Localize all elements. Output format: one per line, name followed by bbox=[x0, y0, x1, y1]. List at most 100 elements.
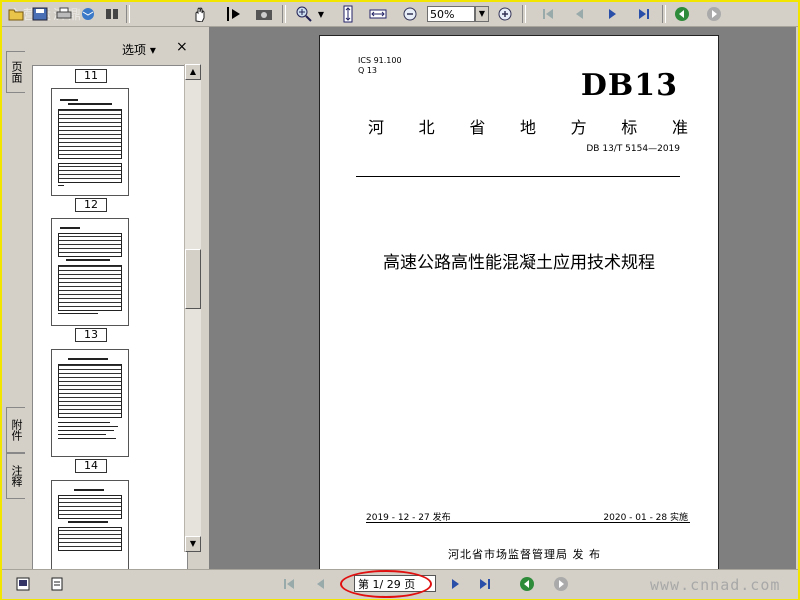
province-standard-heading: 河 北 省 地 方 标 准 bbox=[368, 114, 688, 138]
fit-height-icon bbox=[343, 5, 353, 23]
prev-page-icon bbox=[576, 9, 583, 19]
fit-height-button[interactable] bbox=[338, 5, 358, 23]
ccs-line: Q 13 bbox=[358, 66, 378, 75]
heading-char: 省 bbox=[469, 118, 486, 137]
ics-line: ICS 91.100 bbox=[358, 56, 402, 65]
last-page-button[interactable] bbox=[634, 5, 654, 23]
zoom-tool-dropdown[interactable]: ▼ bbox=[316, 5, 326, 23]
zoom-input[interactable]: 50% bbox=[427, 6, 475, 22]
hand-tool-icon bbox=[195, 7, 205, 22]
single-page-view-button[interactable] bbox=[14, 575, 32, 593]
scroll-up-button[interactable]: ▲ bbox=[185, 64, 201, 80]
document-title: 高速公路高性能混凝土应用技术规程 bbox=[383, 253, 655, 273]
forward-icon bbox=[554, 577, 568, 591]
zoom-out-icon bbox=[403, 7, 417, 21]
back-icon bbox=[675, 7, 689, 21]
date-underline bbox=[366, 522, 690, 523]
status-back-button[interactable] bbox=[518, 575, 536, 593]
scroll-down-button[interactable]: ▼ bbox=[185, 536, 201, 552]
fit-width-button[interactable] bbox=[368, 5, 388, 23]
status-forward-button[interactable] bbox=[552, 575, 570, 593]
tab-pages[interactable]: 页面 bbox=[6, 51, 25, 93]
thumbnail-page[interactable] bbox=[51, 480, 129, 580]
continuous-view-button[interactable] bbox=[48, 575, 66, 593]
document-view: ICS 91.100 Q 13 DB13 河 北 省 地 方 标 准 DB 13… bbox=[209, 27, 796, 570]
status-prev-page-button[interactable] bbox=[312, 575, 330, 593]
search-icon bbox=[106, 9, 118, 19]
search-button[interactable] bbox=[102, 5, 122, 23]
continuous-page-icon bbox=[51, 577, 63, 591]
heading-char: 地 bbox=[519, 118, 536, 137]
zoom-out-button[interactable] bbox=[400, 5, 420, 23]
snapshot-icon bbox=[256, 10, 272, 20]
thumbnail-list: 11 12 13 14 bbox=[32, 65, 188, 581]
back-icon bbox=[520, 577, 534, 591]
divider-line bbox=[356, 176, 680, 177]
thumbnail-page[interactable] bbox=[51, 218, 129, 326]
save-icon bbox=[32, 7, 48, 21]
prev-page-icon bbox=[317, 579, 324, 589]
status-first-page-button[interactable] bbox=[280, 575, 298, 593]
close-panel-button[interactable]: × bbox=[176, 39, 188, 55]
options-menu-button[interactable]: 选项 ▾ bbox=[122, 41, 156, 58]
last-page-icon bbox=[639, 9, 649, 19]
back-button[interactable] bbox=[672, 5, 692, 23]
select-tool-icon bbox=[227, 7, 240, 21]
first-page-icon bbox=[543, 9, 553, 19]
heading-char: 河 bbox=[368, 118, 385, 137]
prev-page-button[interactable] bbox=[570, 5, 590, 23]
zoom-in-button[interactable] bbox=[495, 5, 515, 23]
email-icon bbox=[82, 8, 94, 20]
status-bar: 第 1/ 29 页 www.cnnad.com bbox=[2, 569, 798, 599]
fit-width-icon bbox=[369, 9, 387, 19]
toolbar: 令营运济鼎 ▼ 50% ▼ bbox=[2, 2, 798, 27]
print-button[interactable] bbox=[54, 5, 74, 23]
heading-char: 北 bbox=[418, 118, 435, 137]
email-button[interactable] bbox=[78, 5, 98, 23]
open-button[interactable] bbox=[6, 5, 26, 23]
zoom-plus-icon bbox=[498, 7, 512, 21]
thumbnail-page-number: 14 bbox=[75, 459, 107, 473]
watermark-text: www.cnnad.com bbox=[650, 576, 781, 594]
first-page-icon bbox=[284, 579, 294, 589]
thumbnail-page[interactable] bbox=[51, 88, 129, 196]
thumbnail-page[interactable] bbox=[51, 349, 129, 457]
next-page-icon bbox=[452, 579, 459, 589]
standard-code: DB13 bbox=[580, 68, 678, 103]
status-next-page-button[interactable] bbox=[446, 575, 464, 593]
next-page-button[interactable] bbox=[602, 5, 622, 23]
hand-tool-button[interactable] bbox=[190, 5, 210, 23]
heading-char: 方 bbox=[570, 118, 587, 137]
scrollbar-thumb[interactable] bbox=[185, 249, 201, 309]
thumbnail-page-number: 12 bbox=[75, 198, 107, 212]
forward-button[interactable] bbox=[704, 5, 724, 23]
heading-char: 标 bbox=[621, 118, 638, 137]
next-page-icon bbox=[609, 9, 616, 19]
standard-number: DB 13/T 5154—2019 bbox=[586, 144, 680, 154]
status-last-page-button[interactable] bbox=[476, 575, 494, 593]
snapshot-button[interactable] bbox=[254, 5, 274, 23]
tab-attachments[interactable]: 附件 bbox=[6, 407, 25, 453]
tab-comments[interactable]: 注释 bbox=[6, 453, 25, 499]
first-page-button[interactable] bbox=[538, 5, 558, 23]
thumbnail-page-number: 13 bbox=[75, 328, 107, 342]
single-page-icon bbox=[16, 577, 30, 591]
thumbnail-page-number: 11 bbox=[75, 69, 107, 83]
forward-icon bbox=[707, 7, 721, 21]
last-page-icon bbox=[480, 579, 490, 589]
zoom-dropdown-button[interactable]: ▼ bbox=[475, 6, 489, 22]
issuer: 河北省市场监督管理局 发 布 bbox=[448, 548, 601, 561]
print-icon bbox=[56, 7, 72, 19]
zoom-in-icon bbox=[296, 6, 312, 22]
zoom-tool-button[interactable] bbox=[294, 5, 314, 23]
select-tool-button[interactable] bbox=[224, 5, 244, 23]
page-number-highlight-circle bbox=[340, 570, 432, 598]
thumbnail-panel: 选项 ▾ × 11 12 13 14 bbox=[26, 27, 205, 581]
navigation-tab-strip: 页面 附件 注释 bbox=[2, 27, 25, 569]
thumbnail-scrollbar[interactable]: ▲ ▼ bbox=[184, 64, 201, 552]
document-page: ICS 91.100 Q 13 DB13 河 北 省 地 方 标 准 DB 13… bbox=[319, 35, 719, 570]
heading-char: 准 bbox=[671, 118, 688, 137]
open-icon bbox=[8, 9, 24, 21]
save-button[interactable] bbox=[30, 5, 50, 23]
ics-code: ICS 91.100 Q 13 bbox=[358, 56, 402, 76]
